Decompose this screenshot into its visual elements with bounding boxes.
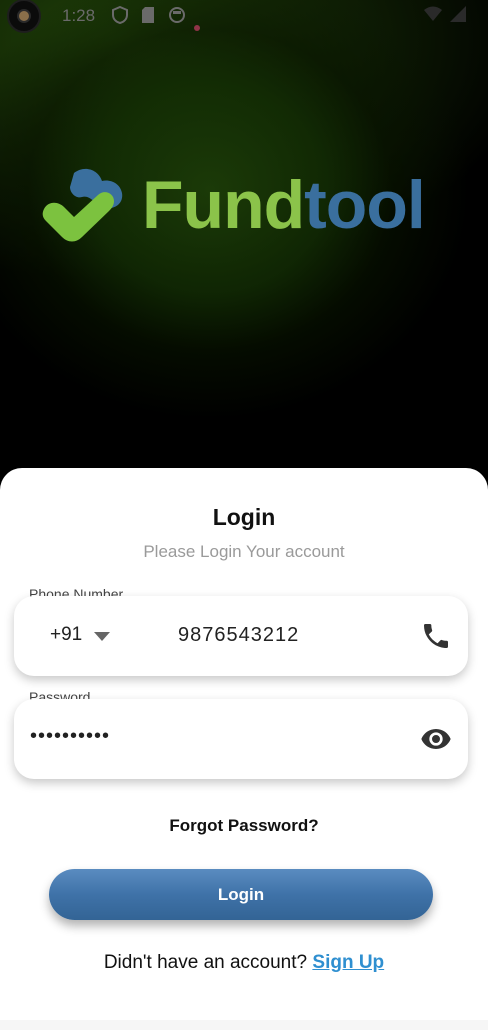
phone-icon: [424, 624, 448, 648]
forgot-password-link[interactable]: Forgot Password?: [0, 816, 488, 836]
camera-icon: [7, 0, 41, 33]
notification-dot: [194, 25, 200, 31]
sign-up-link[interactable]: Sign Up: [312, 952, 384, 973]
status-bar: 1:28: [0, 0, 488, 33]
brand-tool: tool: [304, 167, 426, 243]
login-subtitle: Please Login Your account: [143, 542, 345, 561]
fundtool-wordmark: Fundtool: [142, 166, 426, 244]
phone-number-field[interactable]: +91 9876543212: [14, 596, 468, 676]
sim-card-icon: [142, 7, 154, 23]
login-title: Login: [212, 504, 276, 530]
shield-icon: [112, 6, 128, 24]
signup-row: Didn't have an account? Sign Up: [0, 952, 488, 974]
password-field[interactable]: ••••••••••: [14, 699, 468, 779]
phone-number-input[interactable]: 9876543212: [178, 624, 299, 647]
password-input[interactable]: ••••••••••: [30, 725, 110, 748]
status-time: 1:28: [62, 6, 96, 25]
circle-app-icon: [169, 7, 185, 23]
fundtool-logo: Fundtool: [40, 160, 460, 250]
chevron-down-icon[interactable]: [94, 632, 110, 641]
navigation-bar: [0, 1020, 488, 1030]
fundtool-logo-mark: [42, 168, 123, 242]
country-code-selector[interactable]: +91: [50, 624, 82, 646]
wifi-icon: [424, 6, 442, 21]
eye-icon[interactable]: [420, 723, 452, 755]
login-button[interactable]: Login: [49, 869, 433, 920]
signup-prompt: Didn't have an account?: [103, 952, 308, 973]
brand-fund: Fund: [142, 167, 305, 243]
signal-icon: [450, 6, 466, 22]
login-sheet: Login Please Login Your account Phone Nu…: [0, 468, 488, 1030]
